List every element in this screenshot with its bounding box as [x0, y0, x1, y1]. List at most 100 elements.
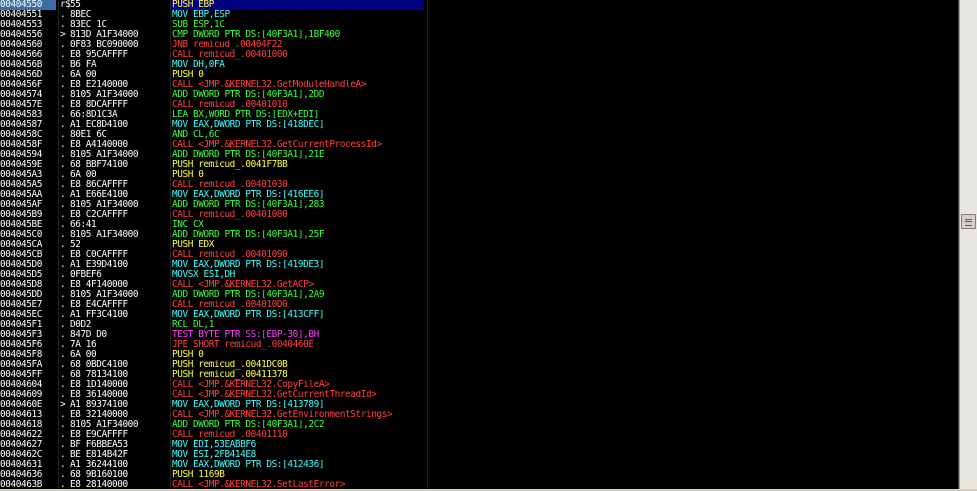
instruction-cell: CALL remicud_.004010D0: [172, 300, 288, 310]
disassembly-row[interactable]: 004045AF. 8105 A1F34000 ADD DWORD PTR DS:[…: [0, 200, 958, 210]
disassembly-row[interactable]: 00404613. E8 32140000 CALL <JMP.&KERNEL32.…: [0, 410, 958, 420]
disassembly-row[interactable]: 00404550 r$ 55 PUSH EBP: [0, 0, 958, 10]
instruction-cell: ADD DWORD PTR DS:[40F3A1],21E: [172, 150, 325, 160]
instruction-cell: MOV EAX,DWORD PTR DS:[413CFF]: [172, 310, 325, 320]
instruction-cell: ADD DWORD PTR DS:[40F3A1],25F: [172, 230, 325, 240]
instruction-cell: CMP DWORD PTR DS:[40F3A1],1BF400: [172, 30, 340, 40]
instruction-cell: CALL remicud_.00401110: [172, 430, 288, 440]
instruction-cell: MOV EAX,DWORD PTR DS:[416EE6]: [172, 190, 325, 200]
instruction-cell: PUSH 0: [172, 170, 204, 180]
disassembly-row[interactable]: 00404594. 8105 A1F34000 ADD DWORD PTR DS:[…: [0, 150, 958, 160]
instruction-cell: MOV DH,0FA: [172, 60, 225, 70]
instruction-cell: CALL <JMP.&KERNEL32.GetCurrentThreadId>: [172, 390, 377, 400]
disassembly-row[interactable]: 00404604. E8 1D140000 CALL <JMP.&KERNEL32.…: [0, 380, 958, 390]
instruction-cell: ADD DWORD PTR DS:[40F3A1],283: [172, 200, 325, 210]
instruction-cell: MOV EBP,ESP: [172, 10, 230, 20]
address-cell: 0040463B: [0, 479, 42, 490]
instruction-cell: CALL <JMP.&KERNEL32.CopyFileA>: [172, 380, 330, 390]
instruction-cell: ADD DWORD PTR DS:[40F3A1],2C2: [172, 420, 325, 430]
instruction-cell: LEA BX,WORD PTR DS:[EDX+EDI]: [172, 110, 319, 120]
disassembly-row[interactable]: 00404560. 0F83 BC090000 JNB remicud_.00404…: [0, 40, 958, 50]
disassembly-row[interactable]: 0040463B. E8 28140000 CALL <JMP.&KERNEL32.…: [0, 479, 958, 490]
disassembly-row[interactable]: 0040460E > A1 89374100 MOV EAX,DWORD PTR DS…: [0, 400, 958, 410]
disassembly-row[interactable]: 004045D5. 0FBEF6 MOVSX ESI,DH: [0, 270, 958, 280]
instruction-cell: CALL remicud_.00401000: [172, 50, 288, 60]
disassembly-row[interactable]: 00404622. E8 E9CAFFFF CALL remicud_.004011…: [0, 430, 958, 440]
instruction-cell: RCL DL,1: [172, 320, 214, 330]
instruction-cell: ADD DWORD PTR DS:[40F3A1],2A9: [172, 290, 325, 300]
disassembly-row[interactable]: 004045F3. 847D D0 TEST BYTE PTR SS:[EBP-30…: [0, 330, 958, 340]
disassembly-row[interactable]: 004045C0. 8105 A1F34000 ADD DWORD PTR DS:[…: [0, 230, 958, 240]
instruction-cell: TEST BYTE PTR SS:[EBP-30],BH: [172, 330, 319, 340]
instruction-cell: AND CL,6C: [172, 130, 220, 140]
disassembly-row[interactable]: 004045CB. E8 C0CAFFFF CALL remicud_.004010…: [0, 250, 958, 260]
instruction-cell: ADD DWORD PTR DS:[40F3A1],2DD: [172, 90, 325, 100]
hex-dump-cell: E8 28140000: [70, 479, 128, 490]
disassembly-row[interactable]: 00404574. 8105 A1F34000 ADD DWORD PTR DS:[…: [0, 90, 958, 100]
disassembly-row[interactable]: 00404609. E8 36140000 CALL <JMP.&KERNEL32.…: [0, 390, 958, 400]
instruction-cell: CALL remicud_.00401090: [172, 250, 288, 260]
instruction-cell: PUSH remicud_.00411378: [172, 370, 288, 380]
instruction-cell: JNB remicud_.00404F22: [172, 40, 283, 50]
instruction-cell: PUSH remicud_.0041DC0B: [172, 360, 288, 370]
instruction-cell: PUSH remicud_.0041F7BB: [172, 160, 288, 170]
instruction-cell: PUSH EBP: [172, 0, 424, 10]
disassembly-row[interactable]: 004045F8.6A 00PUSH 0rFailIfExists = FALS…: [0, 350, 958, 360]
disassembly-row[interactable]: 004045A5. E8 86CAFFFF CALL remicud_.004010…: [0, 180, 958, 190]
instruction-cell: MOVSX ESI,DH: [172, 270, 235, 280]
disassembly-row[interactable]: 004045FF. 68 78134100 PUSH remicud_.004113…: [0, 370, 958, 380]
disassembly-row[interactable]: 00404636.68 9B160100PUSH 1169BrError = 1…: [0, 470, 958, 480]
disassembly-row[interactable]: 0040456F. E8 E2140000 CALL <JMP.&KERNEL32.…: [0, 80, 958, 90]
instruction-cell: CALL remicud_.00401030: [172, 180, 288, 190]
disassembly-row[interactable]: 0040456B. B6 FA MOV DH,0FA: [0, 60, 958, 70]
disassembly-row[interactable]: 0040459E. 68 BBF74100 PUSH remicud_.0041F7…: [0, 160, 958, 170]
instruction-cell: CALL remicud_.00401080: [172, 210, 288, 220]
disassembly-row[interactable]: 004045B9. E8 C2CAFFFF CALL remicud_.004010…: [0, 210, 958, 220]
disassembly-row[interactable]: 004045E7. E8 E4CAFFFF CALL remicud_.004010…: [0, 300, 958, 310]
disassembly-row[interactable]: 00404556 >813D A1F34000 CMP DWORD PTR DS:[…: [0, 30, 958, 40]
vertical-scrollbar[interactable]: [959, 0, 977, 489]
disassembly-row[interactable]: 00404583. 66:8D1C3A LEA BX,WORD PTR DS:[ED…: [0, 110, 958, 120]
disassembly-row[interactable]: 00404551. 8BEC MOV EBP,ESP: [0, 10, 958, 20]
scrollbar-thumb[interactable]: [961, 214, 976, 229]
disassembly-row[interactable]: 004045BE. 66:41 INC CX: [0, 220, 958, 230]
disassembly-row[interactable]: 00404627. BF F6BBEA53 MOV EDI,53EABBF6: [0, 440, 958, 450]
disassembly-row[interactable]: 004045EC. A1 FF3C4100 MOV EAX,DWORD PTR DS…: [0, 310, 958, 320]
disassembly-row[interactable]: 00404618. 8105 A1F34000 ADD DWORD PTR DS:[…: [0, 420, 958, 430]
disassembly-row[interactable]: 004045AA. A1 E66E4100 MOV EAX,DWORD PTR DS…: [0, 190, 958, 200]
instruction-cell: MOV EAX,DWORD PTR DS:[419DE3]: [172, 260, 325, 270]
disassembly-row[interactable]: 004045A3. 6A 00 PUSH 0: [0, 170, 958, 180]
instruction-cell: MOV EAX,DWORD PTR DS:[418DEC]: [172, 120, 325, 130]
instruction-cell: CALL <JMP.&KERNEL32.GetEnvironmentString…: [172, 410, 393, 420]
disassembly-row[interactable]: 0040462C. BE E814B42F MOV ESI,2FB414E8: [0, 450, 958, 460]
disassembly-row[interactable]: 00404553. 83EC 1C SUB ESP,1C: [0, 20, 958, 30]
disassembly-row[interactable]: 00404631. A1 36244100 MOV EAX,DWORD PTR DS…: [0, 460, 958, 470]
disassembly-row[interactable]: 0040457E. E8 8DCAFFFF CALL remicud_.004010…: [0, 100, 958, 110]
disassembly-row[interactable]: 004045F6. 7A 16 JPE SHORT remicud_.0040460…: [0, 340, 958, 350]
jump-marker: .: [60, 479, 66, 490]
instruction-cell: SUB ESP,1C: [172, 20, 225, 30]
instruction-cell: CALL remicud_.00401010: [172, 100, 288, 110]
instruction-cell: PUSH EDX: [172, 240, 214, 250]
instruction-cell: CALL <JMP.&KERNEL32.GetModuleHandleA>: [172, 80, 367, 90]
disassembly-row[interactable]: 004045F1. D0D2 RCL DL,1: [0, 320, 958, 330]
disassembly-pane[interactable]: 00404550 r$ 55 PUSH EBP 00404551. 8BEC MOV EBP…: [0, 0, 959, 489]
disassembly-row[interactable]: 004045DD. 8105 A1F34000 ADD DWORD PTR DS:[…: [0, 290, 958, 300]
disassembly-row[interactable]: 004045D8. E8 4F140000 CALL <JMP.&KERNEL32.…: [0, 280, 958, 290]
disassembly-row[interactable]: 004045D0. A1 E39D4100 MOV EAX,DWORD PTR DS…: [0, 260, 958, 270]
instruction-cell: MOV EDI,53EABBF6: [172, 440, 256, 450]
instruction-cell: MOV EAX,DWORD PTR DS:[413789]: [172, 400, 325, 410]
disassembly-row[interactable]: 004045FA. 68 0BDC4100 PUSH remicud_.0041DC…: [0, 360, 958, 370]
instruction-cell: MOV ESI,2FB414E8: [172, 450, 256, 460]
hex-dump-cell: 8105 A1F34000: [70, 229, 139, 240]
instruction-cell: JPE SHORT remicud_.0040460E: [172, 340, 314, 350]
disassembly-row[interactable]: 0040458F. E8 A4140000 CALL <JMP.&KERNEL32.…: [0, 140, 958, 150]
disassembly-row[interactable]: 0040458C. 80E1 6C AND CL,6C: [0, 130, 958, 140]
instruction-cell: MOV EAX,DWORD PTR DS:[412436]: [172, 460, 325, 470]
disassembly-row[interactable]: 004045CA. 52 PUSH EDX: [0, 240, 958, 250]
disassembly-row[interactable]: 00404566. E8 95CAFFFF CALL remicud_.004010…: [0, 50, 958, 60]
grip-icon: [965, 219, 972, 226]
disassembly-row[interactable]: 00404587. A1 EC8D4100 MOV EAX,DWORD PTR DS…: [0, 120, 958, 130]
disassembly-row[interactable]: 0040456D.6A 00PUSH 0rpModule = NULL: [0, 70, 958, 80]
instruction-cell: CALL <JMP.&KERNEL32.SetLastError>: [172, 480, 346, 489]
